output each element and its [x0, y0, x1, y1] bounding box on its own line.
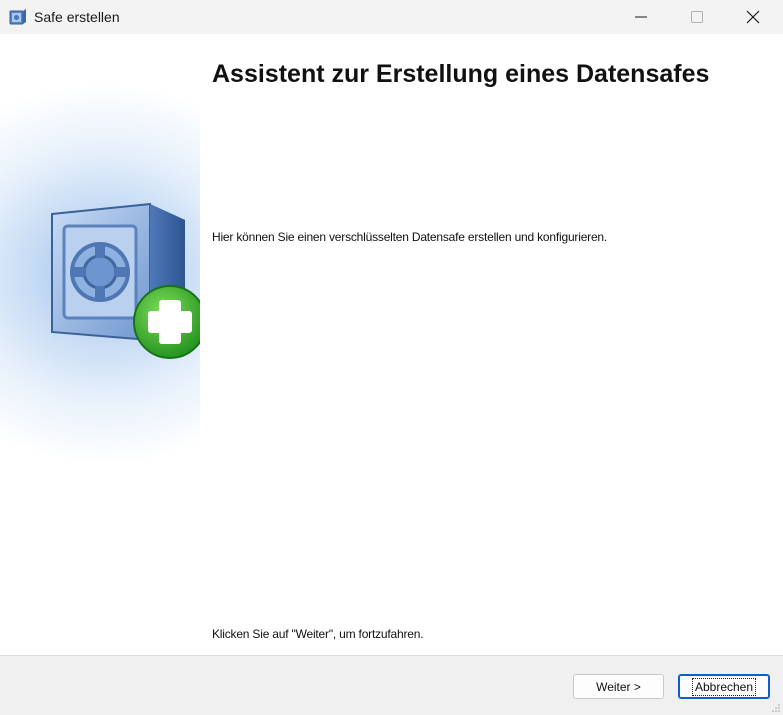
cancel-button-label: Abbrechen: [691, 677, 757, 696]
minimize-icon: [635, 16, 647, 18]
window-title: Safe erstellen: [34, 9, 120, 25]
wizard-heading: Assistent zur Erstellung eines Datensafe…: [212, 60, 710, 88]
close-button[interactable]: [730, 0, 776, 34]
next-button[interactable]: Weiter >: [573, 674, 664, 699]
minimize-button[interactable]: [618, 0, 664, 34]
wizard-side-panel: [0, 34, 200, 479]
close-icon: [746, 10, 760, 24]
title-bar[interactable]: Safe erstellen: [0, 0, 783, 34]
safe-with-plus-icon: [51, 202, 200, 359]
safe-app-icon: [9, 8, 27, 26]
wizard-intro-text: Hier können Sie einen verschlüsselten Da…: [212, 230, 608, 244]
resize-grip-icon[interactable]: [771, 703, 781, 713]
wizard-content: Assistent zur Erstellung eines Datensafe…: [0, 34, 783, 654]
cancel-button[interactable]: Abbrechen: [678, 674, 770, 699]
wizard-footer: Weiter > Abbrechen: [0, 655, 783, 715]
maximize-icon: [691, 11, 703, 23]
continue-hint-text: Klicken Sie auf "Weiter", um fortzufahre…: [212, 627, 424, 641]
maximize-button[interactable]: [674, 0, 720, 34]
